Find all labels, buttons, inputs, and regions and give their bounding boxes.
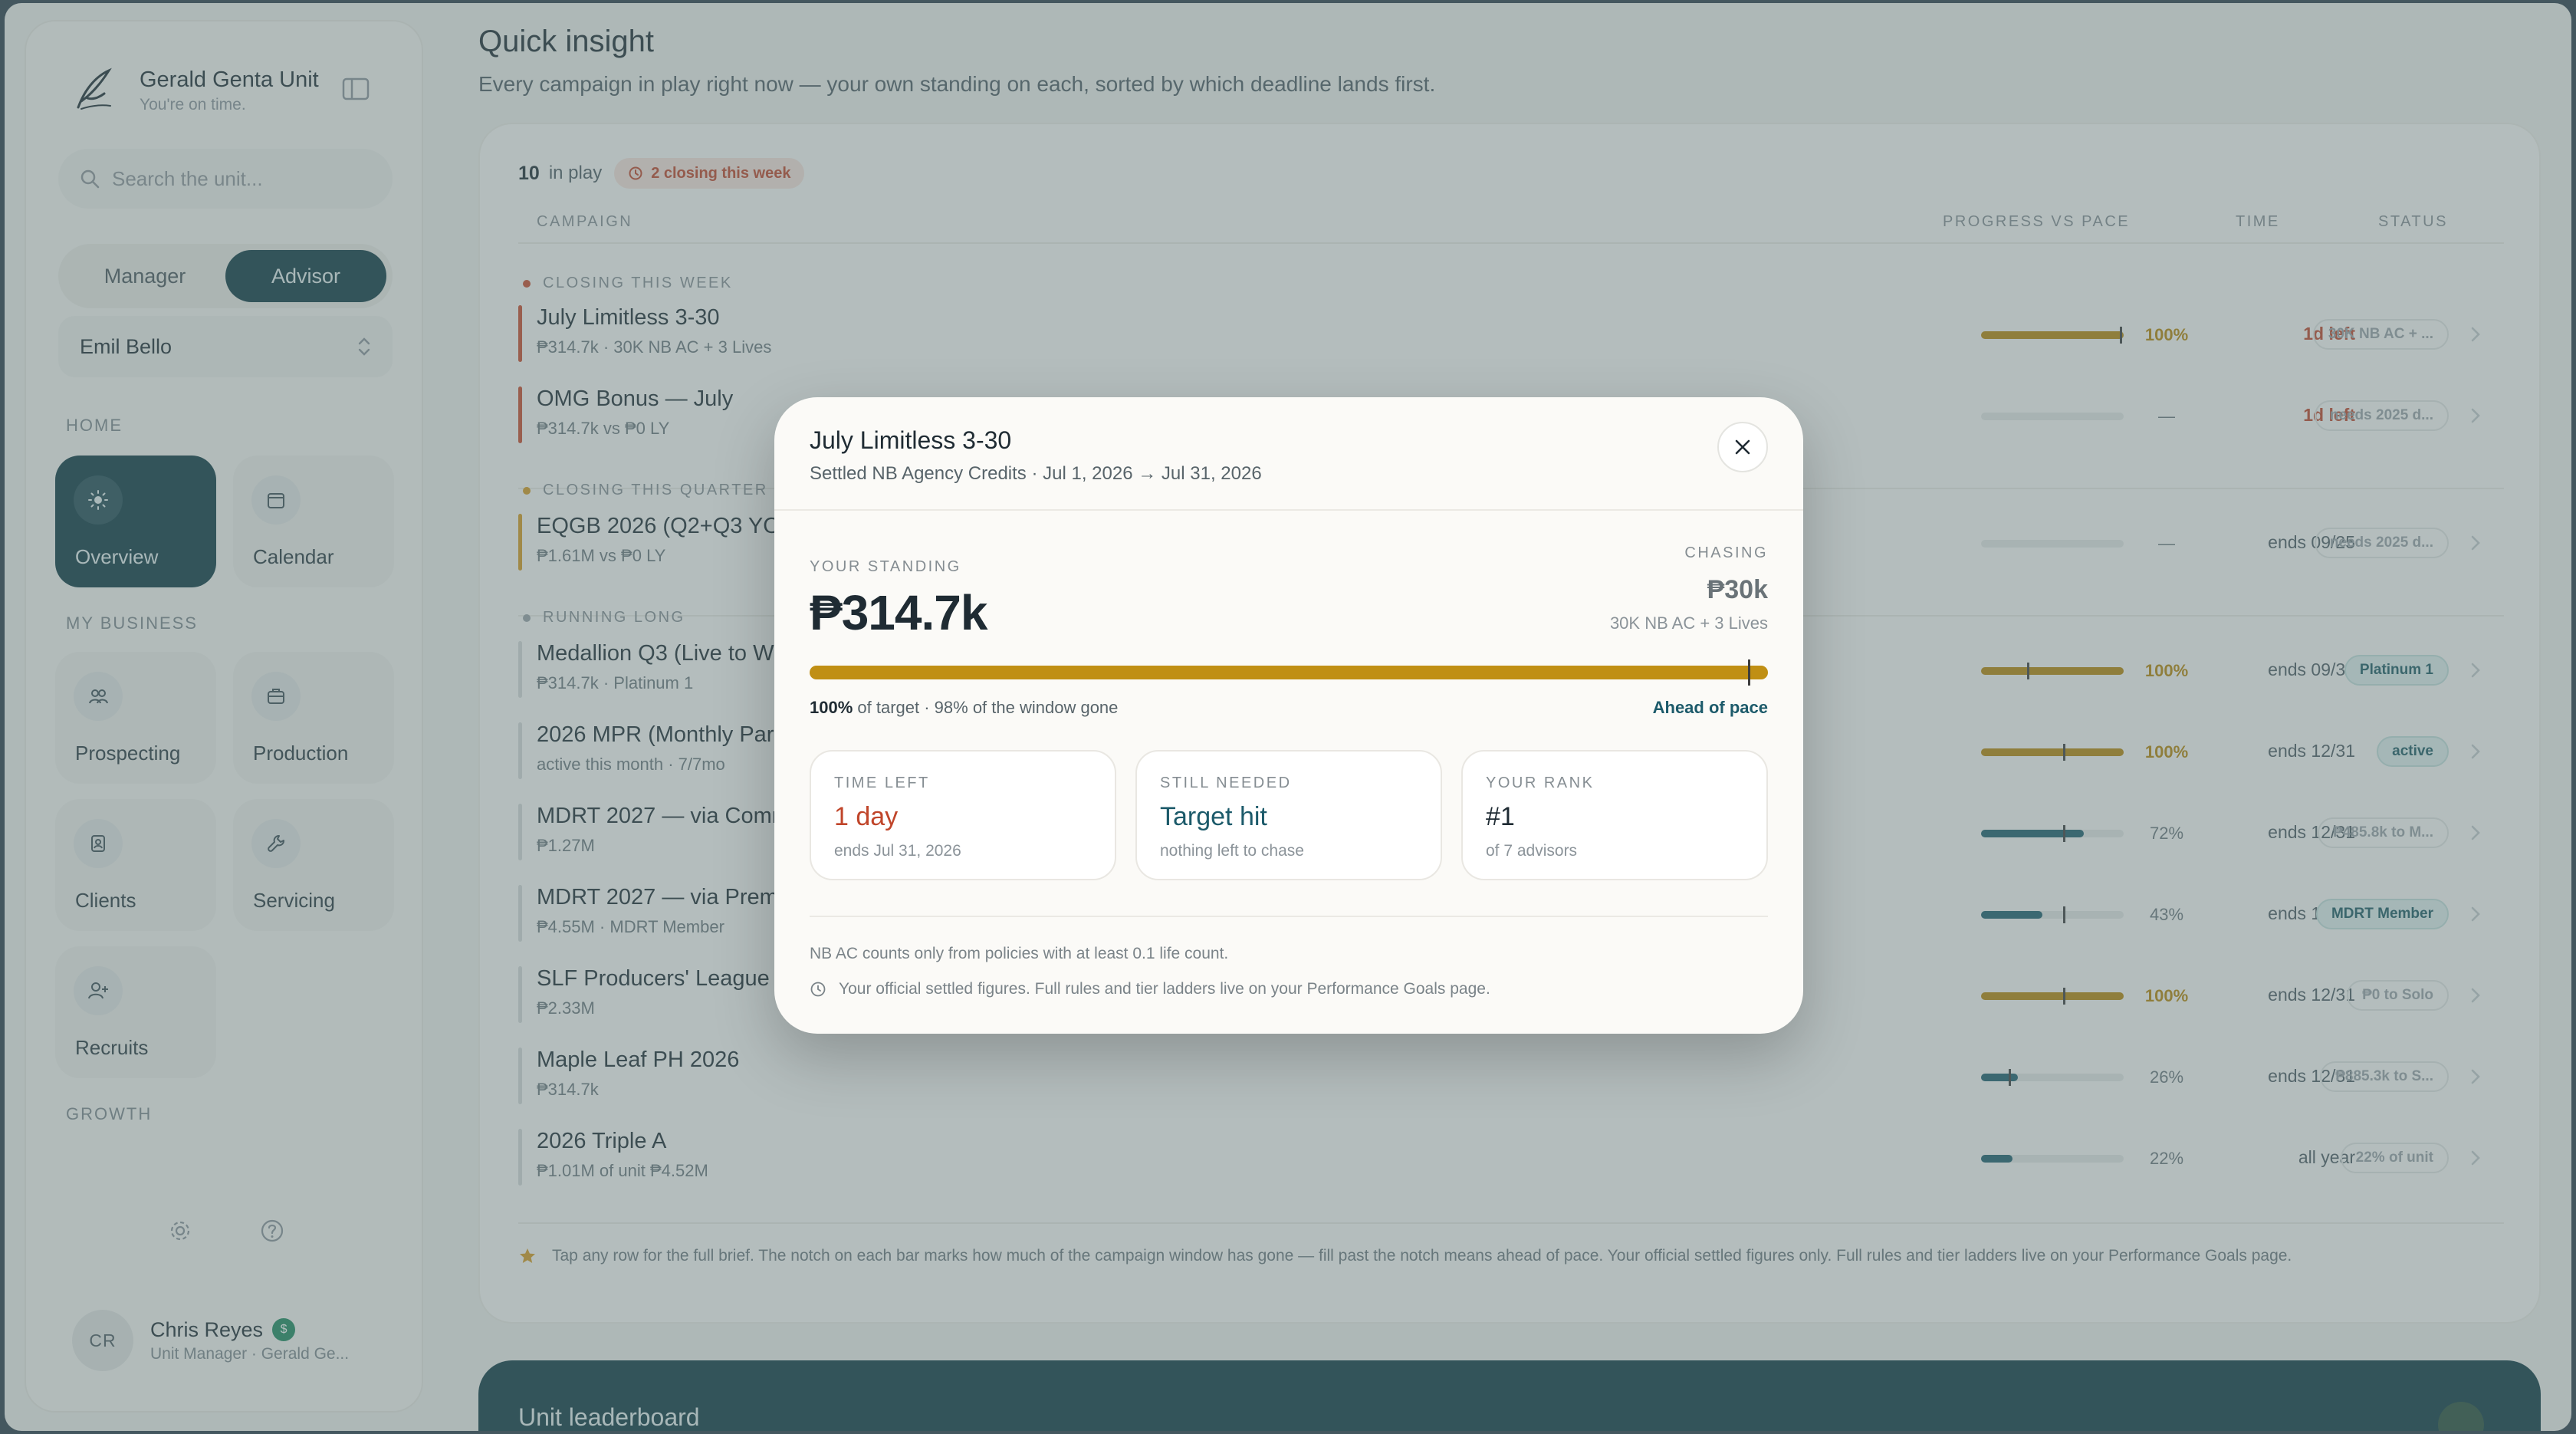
chasing-label: CHASING [1684,544,1768,561]
your-rank-value: #1 [1486,802,1515,831]
modal-note-official: Your official settled figures. Full rule… [810,980,1490,998]
campaign-detail-modal: July Limitless 3-30 Settled NB Agency Cr… [774,397,1803,1034]
progress-caption: 100% of target · 98% of the window gone [810,698,1119,717]
time-left-value: 1 day [834,802,899,831]
modal-subtitle: Settled NB Agency Credits · Jul 1, 2026 … [810,463,1262,484]
modal-title: July Limitless 3-30 [810,426,1012,454]
chasing-value: ₱30k [1707,575,1768,604]
standing-label: YOUR STANDING [810,558,961,575]
modal-progress-fill [810,666,1768,679]
still-needed-value: Target hit [1160,802,1267,831]
modal-divider [810,916,1768,917]
modal-note-nbac: NB AC counts only from policies with at … [810,945,1229,962]
time-left-card: TIME LEFT 1 day ends Jul 31, 2026 [810,750,1116,880]
modal-progress-bar [810,659,1768,686]
standing-value: ₱314.7k [810,585,987,640]
clock-icon [810,982,826,997]
still-needed-card: STILL NEEDED Target hit nothing left to … [1135,750,1442,880]
pace-status: Ahead of pace [1652,698,1768,717]
close-button[interactable] [1717,422,1768,472]
close-icon [1735,439,1750,455]
modal-pace-notch [1748,659,1750,686]
chasing-target: 30K NB AC + 3 Lives [1609,613,1768,633]
your-rank-card: YOUR RANK #1 of 7 advisors [1461,750,1768,880]
